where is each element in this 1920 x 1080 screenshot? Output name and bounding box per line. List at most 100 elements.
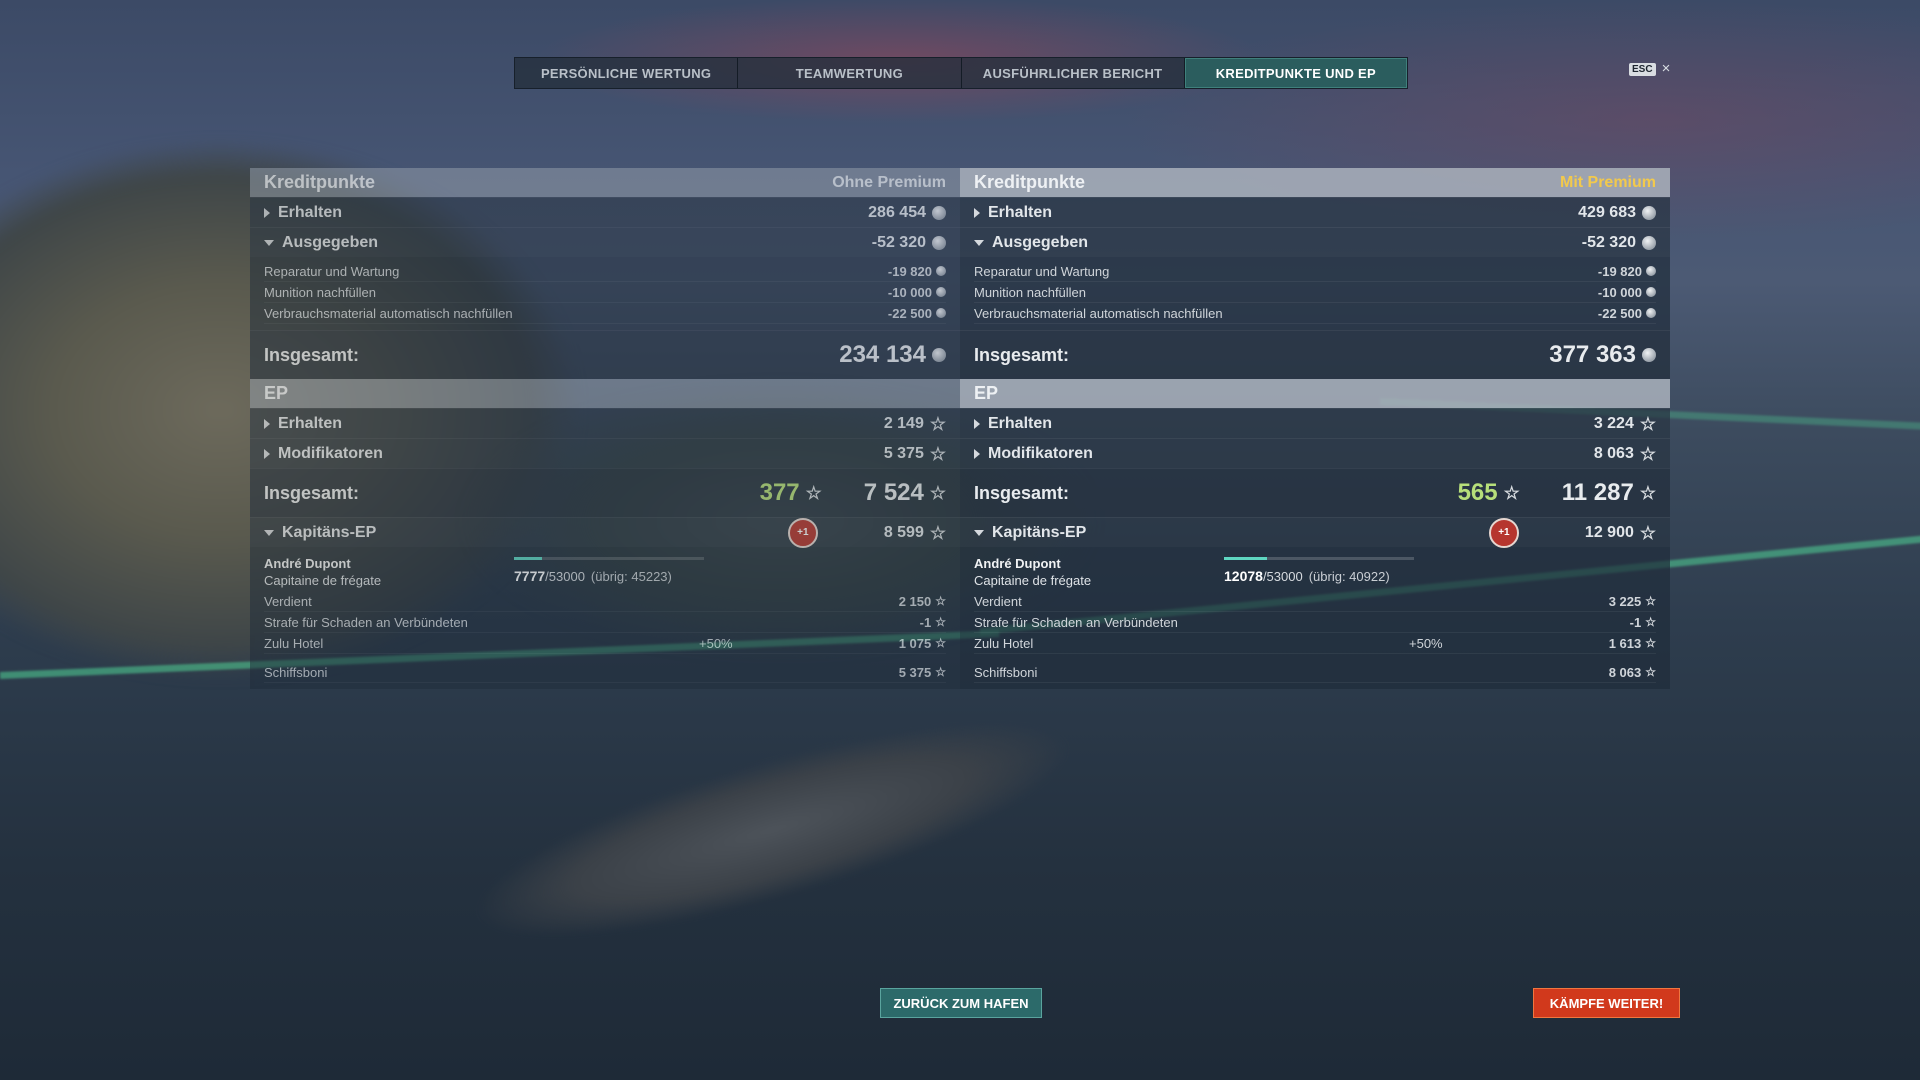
captain-xp-row[interactable]: Kapitäns-EP +1 8 599 ☆: [250, 517, 960, 548]
spent-item-label: Reparatur und Wartung: [974, 263, 1110, 279]
star-icon: ☆: [929, 522, 946, 543]
credits-spent-value: -52 320: [871, 233, 926, 251]
xp-total-label: Insgesamt:: [974, 482, 1070, 503]
captain-xp-label: Kapitäns-EP: [282, 523, 377, 541]
caret-down-icon: [974, 239, 984, 246]
spent-item-value: -19 820: [887, 263, 932, 279]
xp-modifiers-label: Modifikatoren: [278, 444, 383, 462]
captain-item-modifier: +50%: [1409, 635, 1443, 651]
star-icon: ☆: [1645, 665, 1656, 679]
coin-icon: [1642, 205, 1656, 220]
credits-title: Kreditpunkte: [264, 172, 376, 192]
caret-down-icon: [264, 529, 274, 536]
plus-one-badge: +1: [1488, 517, 1519, 548]
captain-rank: Capitaine de frégate: [974, 573, 1092, 588]
captain-xp-item: Zulu Hotel +50% 1 613 ☆: [974, 633, 1656, 654]
coin-icon: [1646, 287, 1656, 297]
captain-progress-fill: [514, 557, 542, 560]
captain-xp-item: Verdient 2 150 ☆: [264, 591, 946, 612]
xp-total-value: 7 524: [863, 479, 924, 506]
credits-spent-row[interactable]: Ausgegeben -52 320: [960, 227, 1670, 257]
credits-earned-label: Erhalten: [988, 203, 1053, 221]
captain-info: André Dupont Capitaine de frégate 7777/53…: [264, 555, 946, 591]
xp-modifiers-label: Modifikatoren: [988, 444, 1093, 462]
captain-details: André Dupont Capitaine de frégate 7777/53…: [250, 547, 960, 689]
caret-right-icon: [974, 207, 980, 218]
xp-earned-row[interactable]: Erhalten 2 149 ☆: [250, 408, 960, 438]
panel-with-premium: Kreditpunkte Mit Premium Erhalten 429 68…: [960, 168, 1670, 689]
plus-one-badge: +1: [787, 517, 818, 548]
back-to-port-button[interactable]: ZURÜCK ZUM HAFEN: [880, 988, 1042, 1018]
spent-item-value: -19 820: [1597, 263, 1642, 279]
tab-credits-and-xp[interactable]: KREDITPUNKTE UND EP: [1184, 58, 1407, 88]
xp-total-row: Insgesamt: 565 ☆ 11 287 ☆: [960, 468, 1670, 517]
captain-details: André Dupont Capitaine de frégate 12078/5…: [960, 547, 1670, 689]
credits-total-row: Insgesamt: 377 363: [960, 330, 1670, 379]
battle-again-button[interactable]: KÄMPFE WEITER!: [1533, 988, 1680, 1018]
spent-item-label: Reparatur und Wartung: [264, 263, 400, 279]
spent-item: Verbrauchsmaterial automatisch nachfülle…: [264, 303, 946, 324]
coin-icon: [932, 205, 946, 220]
xp-modifiers-row[interactable]: Modifikatoren 5 375 ☆: [250, 438, 960, 468]
ship-bonus-row: Schiffsboni 8 063 ☆: [974, 662, 1656, 683]
xp-total-row: Insgesamt: 377 ☆ 7 524 ☆: [250, 468, 960, 517]
spent-item: Reparatur und Wartung -19 820: [974, 261, 1656, 282]
tab-personal-score[interactable]: PERSÖNLICHE WERTUNG: [515, 58, 739, 88]
xp-modifiers-row[interactable]: Modifikatoren 8 063 ☆: [960, 438, 1670, 468]
captain-item-value: -1: [1629, 614, 1642, 630]
star-icon: ☆: [1503, 483, 1520, 503]
star-icon: ☆: [935, 636, 946, 650]
credits-spent-value: -52 320: [1581, 233, 1636, 251]
credits-earned-row[interactable]: Erhalten 286 454: [250, 197, 960, 227]
esc-key-hint: ESC: [1629, 62, 1656, 76]
credits-total-row: Insgesamt: 234 134: [250, 330, 960, 379]
tab-team-score[interactable]: TEAMWERTUNG: [738, 58, 962, 88]
coin-icon: [1646, 308, 1656, 318]
captain-progress-max: /53000: [545, 569, 585, 584]
close-icon[interactable]: ×: [1662, 61, 1671, 76]
xp-total-label: Insgesamt:: [264, 482, 360, 503]
tab-detailed-report[interactable]: AUSFÜHRLICHER BERICHT: [962, 58, 1185, 88]
xp-title: EP: [974, 383, 999, 403]
captain-info: André Dupont Capitaine de frégate 12078/5…: [974, 555, 1656, 591]
credits-spent-row[interactable]: Ausgegeben -52 320: [250, 227, 960, 257]
credits-total-label: Insgesamt:: [264, 344, 360, 365]
spent-item-value: -22 500: [1597, 305, 1642, 321]
captain-progress-bar: [1224, 557, 1414, 560]
caret-right-icon: [264, 448, 270, 459]
caret-right-icon: [974, 418, 980, 429]
spent-item-label: Verbrauchsmaterial automatisch nachfülle…: [264, 305, 513, 321]
credits-earned-row[interactable]: Erhalten 429 683: [960, 197, 1670, 227]
credits-total-value: 234 134: [839, 341, 926, 368]
caret-right-icon: [974, 448, 980, 459]
star-icon: ☆: [1639, 522, 1656, 543]
spent-item: Munition nachfüllen -10 000: [974, 282, 1656, 303]
caret-down-icon: [264, 239, 274, 246]
xp-earned-label: Erhalten: [278, 414, 343, 432]
captain-xp-row[interactable]: Kapitäns-EP +1 12 900 ☆: [960, 517, 1670, 548]
captain-progress-current: 7777: [514, 568, 546, 584]
captain-item-label: Verdient: [974, 593, 1022, 609]
credits-earned-value: 429 683: [1578, 203, 1636, 221]
xp-title: EP: [264, 383, 289, 403]
captain-item-value: 3 225: [1608, 593, 1642, 609]
ship-bonus-label: Schiffsboni: [264, 664, 328, 680]
star-icon: ☆: [929, 483, 946, 503]
credits-spent-label: Ausgegeben: [992, 233, 1089, 251]
captain-xp-label: Kapitäns-EP: [992, 523, 1087, 541]
close-control[interactable]: ESC ×: [1629, 61, 1671, 76]
credits-earned-label: Erhalten: [278, 203, 343, 221]
star-icon: ☆: [1645, 615, 1656, 629]
free-xp-value: 377: [759, 479, 800, 506]
coin-icon: [936, 308, 946, 318]
xp-total-value: 11 287: [1561, 479, 1634, 506]
captain-item-label: Zulu Hotel: [974, 635, 1034, 651]
xp-modifiers-value: 8 063: [1593, 444, 1634, 462]
star-icon: ☆: [935, 665, 946, 679]
coin-icon: [1642, 348, 1656, 362]
star-icon: ☆: [929, 443, 946, 464]
captain-item-value: 1 613: [1608, 635, 1642, 651]
xp-earned-row[interactable]: Erhalten 3 224 ☆: [960, 408, 1670, 438]
xp-earned-label: Erhalten: [988, 414, 1053, 432]
coin-icon: [1642, 235, 1656, 250]
